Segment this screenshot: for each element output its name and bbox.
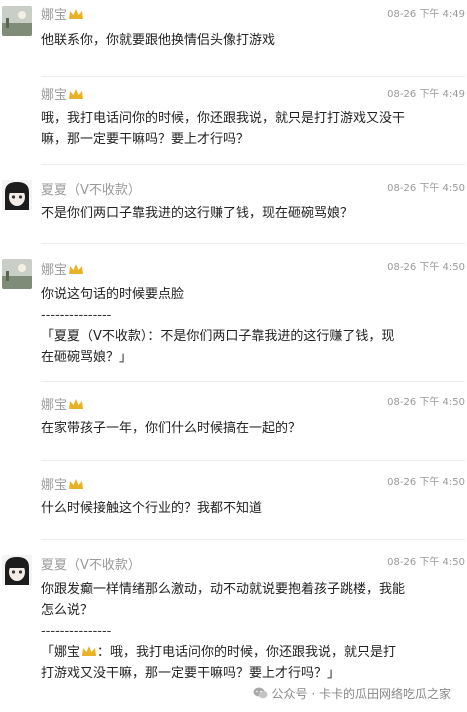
username-text: 娜宝 [41, 398, 68, 413]
comment-text: 不是你们两口子靠我进的这行赚了钱，现在砸碗骂娘？ [41, 206, 354, 221]
quote-separator: --------------- [41, 308, 112, 323]
username[interactable]: 娜宝 [41, 88, 84, 104]
crown-icon [68, 398, 84, 410]
username[interactable]: 娜宝 [41, 398, 84, 414]
wechat-icon [253, 687, 268, 699]
avatar[interactable] [2, 555, 32, 585]
comment-line: 你说这句话的时候要点脸 [41, 287, 185, 302]
crown-icon [68, 8, 84, 20]
username-text: 夏夏（V不收款） [41, 558, 141, 573]
divider [41, 460, 465, 461]
quoted-line: 「娜宝 ：哦，我打电话问你的时候，你还跟我说，就只是打 [41, 642, 437, 663]
divider [41, 381, 465, 382]
timestamp: 08-26 下午 4:50 [387, 262, 465, 273]
crown-icon [68, 88, 84, 100]
comment-text: 你说这句话的时候要点脸 --------------- 「夏夏（V不收款）：不是… [41, 284, 437, 368]
comment-text: 你跟发癫一样情绪那么激动，动不动就说要抱着孩子跳楼，我能 怎么说？ ------… [41, 579, 437, 684]
comment-text: 哦，我打电话问你的时候，你还跟我说，就只是打打游戏又没干 嘛，那一定要干嘛吗？要… [41, 108, 437, 150]
watermark-text: 公众号 · 卡卡的瓜田网络吃瓜之家 [271, 687, 451, 701]
username[interactable]: 娜宝 [41, 478, 84, 494]
avatar[interactable] [2, 6, 32, 36]
comment-text: 他联系你，你就要跟他换情侣头像打游戏 [41, 33, 276, 48]
username-text: 夏夏（V不收款） [41, 183, 141, 198]
quoted-username: 「娜宝 [41, 645, 81, 660]
username-text: 娜宝 [41, 88, 68, 103]
username[interactable]: 娜宝 [41, 8, 84, 24]
timestamp: 08-26 下午 4:50 [387, 397, 465, 408]
comment-line: 怎么说？ [41, 603, 94, 618]
crown-icon [68, 478, 84, 490]
crown-icon [81, 643, 97, 656]
quoted-text: ：哦，我打电话问你的时候，你还跟我说，就只是打 [97, 645, 397, 660]
crown-icon [68, 263, 84, 275]
divider [41, 76, 465, 77]
quoted-line: 在砸碗骂娘？」 [41, 350, 133, 365]
username[interactable]: 夏夏（V不收款） [41, 183, 141, 199]
comment-line: 你跟发癫一样情绪那么激动，动不动就说要抱着孩子跳楼，我能 [41, 582, 406, 597]
username[interactable]: 娜宝 [41, 263, 84, 279]
timestamp: 08-26 下午 4:49 [387, 89, 465, 100]
quoted-line: 打游戏又没干嘛，那一定要干嘛吗？要上才行吗？」 [41, 666, 341, 681]
divider [41, 539, 465, 540]
comment-text: 什么时候接触这个行业的？我都不知道 [41, 501, 263, 516]
timestamp: 08-26 下午 4:50 [387, 477, 465, 488]
quote-separator: --------------- [41, 624, 112, 639]
username[interactable]: 夏夏（V不收款） [41, 558, 141, 574]
watermark: 公众号 · 卡卡的瓜田网络吃瓜之家 [253, 685, 451, 702]
username-text: 娜宝 [41, 263, 68, 278]
comment-line: 嘛，那一定要干嘛吗？要上才行吗？ [41, 132, 250, 147]
divider [41, 243, 465, 244]
timestamp: 08-26 下午 4:49 [387, 9, 465, 20]
avatar[interactable] [2, 259, 32, 289]
avatar[interactable] [2, 180, 32, 210]
comment-line: 哦，我打电话问你的时候，你还跟我说，就只是打打游戏又没干 [41, 111, 406, 126]
quoted-line: 「夏夏（V不收款）：不是你们两口子靠我进的这行赚了钱，现 [41, 329, 395, 344]
divider [41, 164, 465, 165]
username-text: 娜宝 [41, 8, 68, 23]
timestamp: 08-26 下午 4:50 [387, 183, 465, 194]
comment-feed: 娜宝 08-26 下午 4:49 他联系你，你就要跟他换情侣头像打游戏 娜宝 0… [0, 0, 467, 712]
comment-text: 在家带孩子一年，你们什么时候搞在一起的？ [41, 421, 302, 436]
timestamp: 08-26 下午 4:50 [387, 557, 465, 568]
username-text: 娜宝 [41, 478, 68, 493]
